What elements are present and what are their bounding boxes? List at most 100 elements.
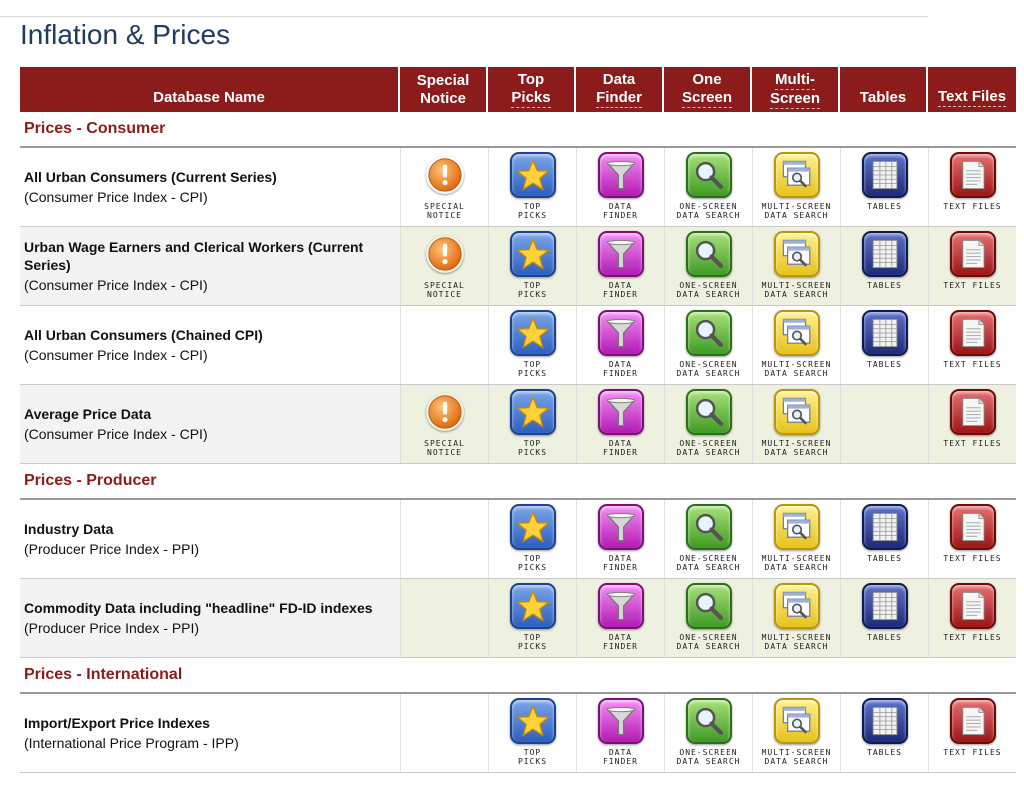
tables-label: TABLES <box>867 202 902 211</box>
database-source: (Consumer Price Index - CPI) <box>24 277 208 293</box>
special-notice-label: SPECIAL NOTICE <box>424 439 465 457</box>
special-notice-button[interactable]: SPECIAL NOTICE <box>400 227 488 305</box>
tables-cell-empty <box>840 385 928 463</box>
multi-window-magnifier-icon <box>773 389 820 435</box>
database-name-cell: Industry Data (Producer Price Index - PP… <box>20 500 400 578</box>
database-name: Industry Data <box>24 521 114 537</box>
database-name: All Urban Consumers (Current Series) <box>24 169 277 185</box>
database-name-cell: All Urban Consumers (Current Series) (Co… <box>20 148 400 226</box>
magnifier-icon <box>685 231 732 277</box>
magnifier-icon <box>685 698 732 744</box>
multi-screen-label: MULTI-SCREEN DATA SEARCH <box>761 748 832 766</box>
multi-screen-button[interactable]: MULTI-SCREEN DATA SEARCH <box>752 148 840 226</box>
data-finder-button[interactable]: DATA FINDER <box>576 385 664 463</box>
one-screen-label: ONE-SCREEN DATA SEARCH <box>676 633 741 651</box>
tables-label: TABLES <box>867 554 902 563</box>
special-notice-button[interactable]: SPECIAL NOTICE <box>400 148 488 226</box>
header-top-picks[interactable]: Top Picks <box>488 67 576 112</box>
data-finder-button[interactable]: DATA FINDER <box>576 227 664 305</box>
table-row: Import/Export Price Indexes (Internation… <box>20 694 1016 773</box>
header-one-screen[interactable]: One Screen <box>664 67 752 112</box>
database-name: All Urban Consumers (Chained CPI) <box>24 327 263 343</box>
data-finder-label: DATA FINDER <box>603 554 638 572</box>
top-picks-button[interactable]: TOP PICKS <box>488 148 576 226</box>
text-files-button[interactable]: TEXT FILES <box>928 306 1016 384</box>
special-notice-cell-empty <box>400 306 488 384</box>
one-screen-label: ONE-SCREEN DATA SEARCH <box>676 748 741 766</box>
table-icon <box>861 583 908 629</box>
section-header: Prices - International <box>20 658 1016 694</box>
one-screen-label: ONE-SCREEN DATA SEARCH <box>676 360 741 378</box>
one-screen-button[interactable]: ONE-SCREEN DATA SEARCH <box>664 385 752 463</box>
tables-label: TABLES <box>867 360 902 369</box>
top-picks-button[interactable]: TOP PICKS <box>488 306 576 384</box>
multi-screen-button[interactable]: MULTI-SCREEN DATA SEARCH <box>752 500 840 578</box>
multi-screen-button[interactable]: MULTI-SCREEN DATA SEARCH <box>752 579 840 657</box>
top-picks-button[interactable]: TOP PICKS <box>488 694 576 772</box>
tables-button[interactable]: TABLES <box>840 694 928 772</box>
star-icon <box>509 310 556 356</box>
one-screen-button[interactable]: ONE-SCREEN DATA SEARCH <box>664 227 752 305</box>
document-icon <box>949 389 996 435</box>
exclamation-circle-icon <box>426 393 464 431</box>
data-finder-button[interactable]: DATA FINDER <box>576 306 664 384</box>
text-files-button[interactable]: TEXT FILES <box>928 148 1016 226</box>
multi-screen-button[interactable]: MULTI-SCREEN DATA SEARCH <box>752 227 840 305</box>
header-data-finder[interactable]: Data Finder <box>576 67 664 112</box>
multi-screen-button[interactable]: MULTI-SCREEN DATA SEARCH <box>752 385 840 463</box>
tables-button[interactable]: TABLES <box>840 579 928 657</box>
multi-screen-label: MULTI-SCREEN DATA SEARCH <box>761 439 832 457</box>
special-notice-button[interactable]: SPECIAL NOTICE <box>400 385 488 463</box>
exclamation-circle-icon <box>426 156 464 194</box>
text-files-button[interactable]: TEXT FILES <box>928 579 1016 657</box>
data-finder-button[interactable]: DATA FINDER <box>576 500 664 578</box>
top-picks-button[interactable]: TOP PICKS <box>488 385 576 463</box>
one-screen-button[interactable]: ONE-SCREEN DATA SEARCH <box>664 306 752 384</box>
section-header: Prices - Consumer <box>20 112 1016 148</box>
header-database-name: Database Name <box>20 67 400 112</box>
top-picks-button[interactable]: TOP PICKS <box>488 579 576 657</box>
one-screen-button[interactable]: ONE-SCREEN DATA SEARCH <box>664 579 752 657</box>
table-row: Industry Data (Producer Price Index - PP… <box>20 500 1016 579</box>
multi-screen-button[interactable]: MULTI-SCREEN DATA SEARCH <box>752 694 840 772</box>
multi-window-magnifier-icon <box>773 231 820 277</box>
table-row: All Urban Consumers (Chained CPI) (Consu… <box>20 306 1016 385</box>
tables-button[interactable]: TABLES <box>840 148 928 226</box>
multi-window-magnifier-icon <box>773 698 820 744</box>
table-icon <box>861 310 908 356</box>
tables-button[interactable]: TABLES <box>840 500 928 578</box>
magnifier-icon <box>685 152 732 198</box>
one-screen-button[interactable]: ONE-SCREEN DATA SEARCH <box>664 148 752 226</box>
tables-button[interactable]: TABLES <box>840 306 928 384</box>
table-row: All Urban Consumers (Current Series) (Co… <box>20 148 1016 227</box>
data-finder-button[interactable]: DATA FINDER <box>576 694 664 772</box>
tables-button[interactable]: TABLES <box>840 227 928 305</box>
special-notice-label: SPECIAL NOTICE <box>424 281 465 299</box>
top-picks-button[interactable]: TOP PICKS <box>488 227 576 305</box>
magnifier-icon <box>685 389 732 435</box>
data-finder-button[interactable]: DATA FINDER <box>576 579 664 657</box>
text-files-button[interactable]: TEXT FILES <box>928 227 1016 305</box>
page-title: Inflation & Prices <box>20 19 231 50</box>
text-files-button[interactable]: TEXT FILES <box>928 694 1016 772</box>
exclamation-circle-icon <box>426 235 464 273</box>
header-multi-screen[interactable]: Multi- Screen <box>752 67 840 112</box>
multi-screen-button[interactable]: MULTI-SCREEN DATA SEARCH <box>752 306 840 384</box>
top-picks-label: TOP PICKS <box>517 748 548 766</box>
one-screen-button[interactable]: ONE-SCREEN DATA SEARCH <box>664 694 752 772</box>
one-screen-button[interactable]: ONE-SCREEN DATA SEARCH <box>664 500 752 578</box>
table-body: Prices - Consumer All Urban Consumers (C… <box>20 112 1016 773</box>
multi-window-magnifier-icon <box>773 152 820 198</box>
one-screen-label: ONE-SCREEN DATA SEARCH <box>676 554 741 572</box>
star-icon <box>509 152 556 198</box>
top-picks-button[interactable]: TOP PICKS <box>488 500 576 578</box>
text-files-label: TEXT FILES <box>943 202 1002 211</box>
top-divider <box>0 16 928 17</box>
special-notice-label: SPECIAL NOTICE <box>424 202 465 220</box>
multi-screen-label: MULTI-SCREEN DATA SEARCH <box>761 633 832 651</box>
data-finder-button[interactable]: DATA FINDER <box>576 148 664 226</box>
text-files-button[interactable]: TEXT FILES <box>928 385 1016 463</box>
header-text-files[interactable]: Text Files <box>928 67 1016 112</box>
text-files-button[interactable]: TEXT FILES <box>928 500 1016 578</box>
multi-window-magnifier-icon <box>773 504 820 550</box>
